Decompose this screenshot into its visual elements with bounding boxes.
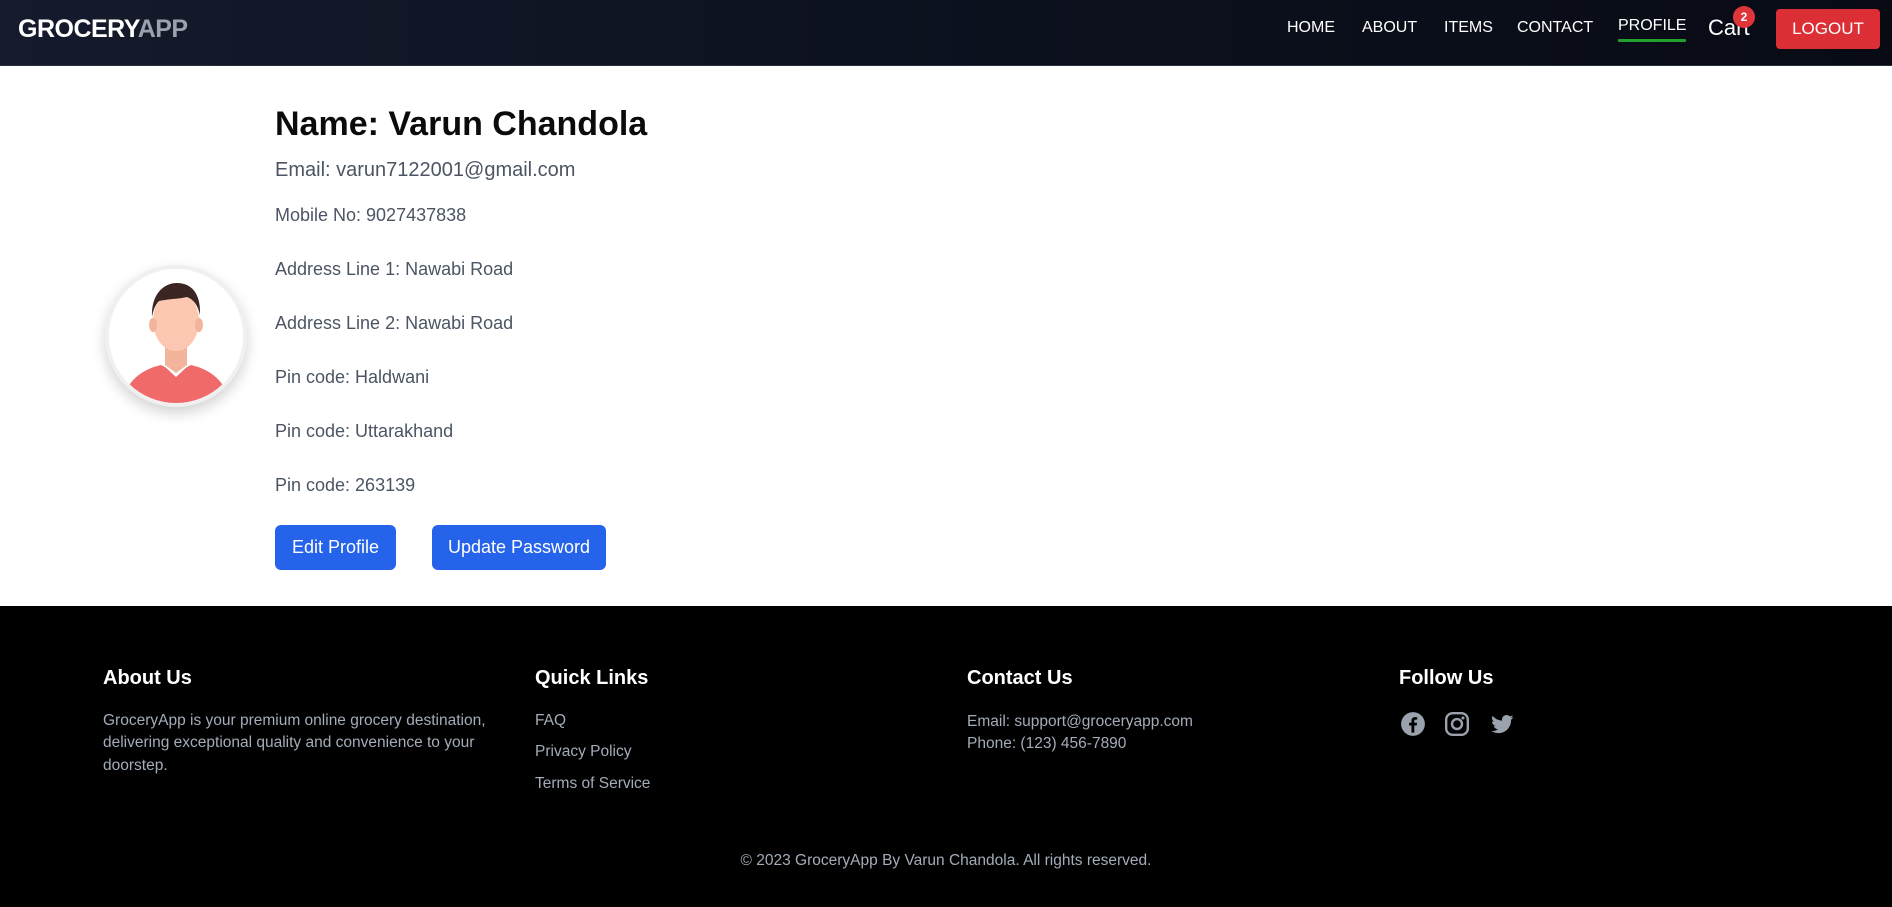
brand-logo[interactable]: GROCERYAPP (18, 15, 188, 43)
brand-logo-part2: APP (137, 15, 188, 43)
profile-city: Pin code: Haldwani (275, 367, 430, 387)
profile-email: Email: varun7122001@gmail.com (275, 159, 576, 181)
brand-logo-part1: GROCERY (18, 15, 138, 43)
facebook-icon[interactable] (1400, 711, 1426, 737)
navbar: GROCERYAPP HOME ABOUT ITEMS CONTACT PROF… (0, 0, 1892, 66)
footer-link-terms-of-service[interactable]: Terms of Service (535, 774, 650, 794)
profile-mobile: Mobile No: 9027437838 (275, 205, 467, 225)
footer-about-line-1: GroceryApp is your premium online grocer… (103, 712, 486, 729)
avatar (105, 265, 247, 407)
profile-state: Pin code: Uttarakhand (275, 421, 454, 441)
footer-link-privacy-policy[interactable]: Privacy Policy (535, 742, 631, 762)
footer-about-line-2: delivering exceptional quality and conve… (103, 734, 475, 751)
nav-link-about[interactable]: ABOUT (1362, 18, 1417, 38)
twitter-icon[interactable] (1489, 711, 1515, 737)
profile-name: Name: Varun Chandola (275, 105, 648, 143)
nav-link-profile[interactable]: PROFILE (1618, 16, 1687, 42)
profile-pin-code: Pin code: 263139 (275, 475, 416, 495)
footer-contact-email: Email: support@groceryapp.com (967, 713, 1193, 730)
footer-about-title: About Us (103, 667, 192, 689)
footer-copyright: © 2023 GroceryApp By Varun Chandola. All… (740, 852, 1152, 869)
profile-address-line-1: Address Line 1: Nawabi Road (275, 259, 514, 279)
nav-link-items[interactable]: ITEMS (1444, 18, 1493, 38)
update-password-button[interactable]: Update Password (432, 525, 606, 570)
footer-contact-phone: Phone: (123) 456-7890 (967, 735, 1127, 752)
nav-link-contact[interactable]: CONTACT (1517, 18, 1593, 38)
footer-quick-links-title: Quick Links (535, 667, 649, 689)
nav-link-home[interactable]: HOME (1287, 18, 1335, 38)
profile-address-line-2: Address Line 2: Nawabi Road (275, 313, 514, 333)
footer-link-faq[interactable]: FAQ (535, 711, 566, 731)
edit-profile-button[interactable]: Edit Profile (275, 525, 396, 570)
instagram-icon[interactable] (1444, 711, 1470, 737)
cart-count-badge: 2 (1733, 6, 1755, 28)
footer-contact-title: Contact Us (967, 667, 1073, 689)
footer-follow-title: Follow Us (1399, 667, 1494, 689)
footer-about-line-3: doorstep. (103, 757, 168, 774)
avatar-person-icon (109, 269, 243, 403)
logout-button[interactable]: LOGOUT (1776, 9, 1880, 49)
